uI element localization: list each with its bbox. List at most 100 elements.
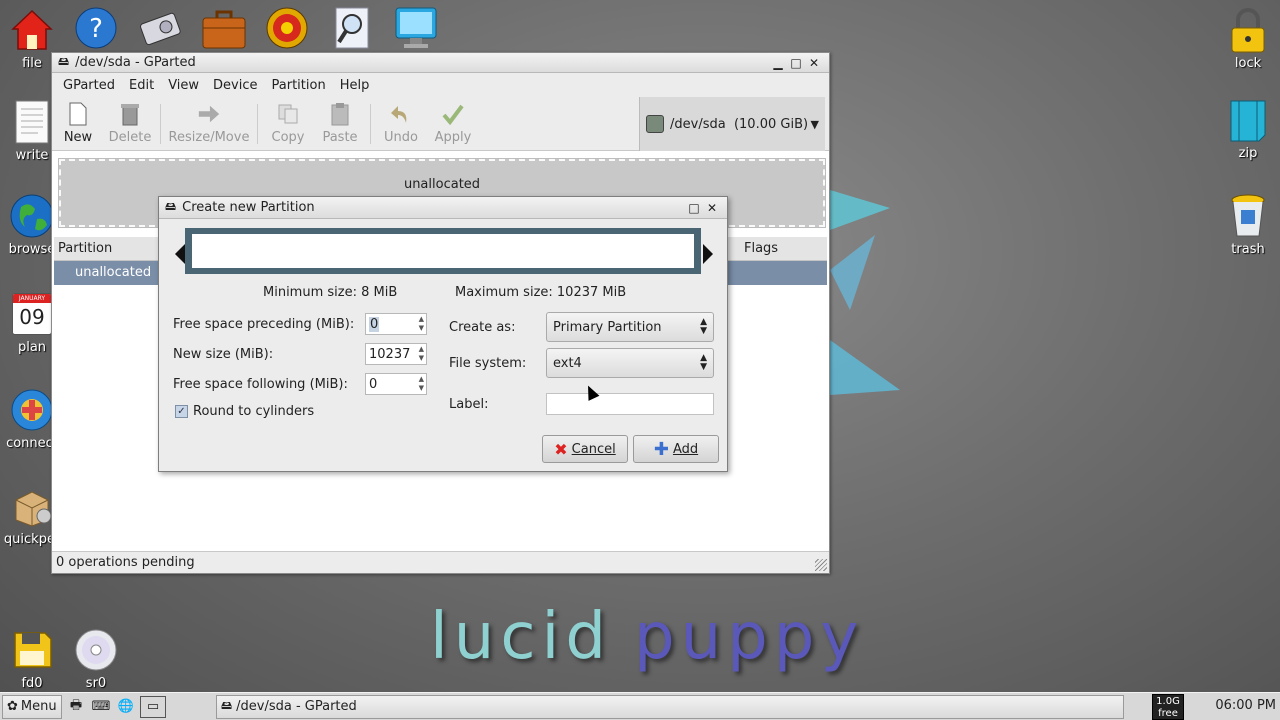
menu-edit[interactable]: Edit: [122, 78, 161, 93]
updown-arrows-icon: ▲ ▼: [700, 317, 707, 336]
menu-device[interactable]: Device: [206, 78, 264, 93]
updown-arrows-icon: ▲ ▼: [700, 353, 707, 372]
status-bar: 0 operations pending: [52, 551, 829, 573]
maximize-button[interactable]: □: [787, 56, 805, 70]
puppy-paw-icon: ✿: [7, 699, 18, 714]
create-as-select[interactable]: Primary Partition ▲ ▼: [546, 312, 714, 342]
package-icon: [8, 482, 56, 530]
media-launcher[interactable]: [265, 6, 309, 54]
toolbar-separator: [160, 103, 161, 144]
dropdown-arrow-icon: ▼: [810, 117, 819, 131]
close-button[interactable]: ✕: [805, 56, 823, 70]
menu-view[interactable]: View: [161, 78, 206, 93]
desktop-icon-zip[interactable]: zip: [1216, 96, 1280, 161]
desktop-icon-lock[interactable]: lock: [1216, 6, 1280, 71]
search-icon: [330, 6, 374, 54]
quicklaunch-printer-icon[interactable]: 🖶: [65, 696, 87, 718]
window-titlebar[interactable]: 🖴 /dev/sda - GParted ▁ □ ✕: [52, 53, 829, 73]
new-button[interactable]: New: [52, 102, 104, 145]
toolbar-separator: [257, 103, 258, 144]
maximum-size-text: Maximum size: 10237 MiB: [455, 285, 627, 300]
briefcase-launcher[interactable]: [200, 6, 248, 54]
help-launcher[interactable]: ?: [74, 6, 118, 54]
menu-gparted[interactable]: GParted: [56, 78, 122, 93]
resize-left-arrow-icon[interactable]: [175, 244, 185, 264]
start-menu-button[interactable]: ✿ Menu: [2, 694, 62, 719]
new-size-spinner[interactable]: 10237 ▲ ▼: [365, 343, 427, 365]
quicklaunch-keyboard-icon[interactable]: ⌨: [90, 696, 112, 718]
cancel-x-icon: ✖: [554, 439, 568, 459]
floppy-icon: [8, 626, 56, 674]
resize-move-button[interactable]: Resize/Move: [165, 102, 253, 145]
document-icon: [8, 98, 56, 146]
cancel-button[interactable]: ✖ Cancel: [542, 435, 628, 463]
add-button[interactable]: ✚ Add: [633, 435, 719, 463]
spinner-arrows-icon[interactable]: ▲ ▼: [419, 345, 424, 363]
quicklaunch-desktop-icon[interactable]: ▭: [140, 695, 166, 718]
undo-button[interactable]: Undo: [375, 102, 427, 145]
toolbar-separator: [370, 103, 371, 144]
menu-help[interactable]: Help: [333, 78, 377, 93]
paste-button[interactable]: Paste: [314, 102, 366, 145]
drive-launcher[interactable]: [136, 6, 184, 54]
harddisk-small-icon: 🖴: [165, 200, 177, 213]
spinner-arrows-icon[interactable]: ▲ ▼: [419, 375, 424, 393]
minimum-size-text: Minimum size: 8 MiB: [263, 285, 398, 300]
wallpaper-brand: lucid puppy: [430, 600, 865, 674]
create-as-label: Create as:: [449, 320, 516, 335]
connect-icon: [8, 386, 56, 434]
toolbar: New Delete Resize/Move Copy Paste Undo A…: [52, 97, 829, 151]
cd-icon: [72, 626, 120, 674]
new-document-icon: [66, 102, 90, 126]
menu-partition[interactable]: Partition: [265, 78, 333, 93]
copy-button[interactable]: Copy: [262, 102, 314, 145]
checkmark-icon: [441, 102, 465, 126]
menubar: GParted Edit View Device Partition Help: [52, 73, 829, 97]
clipboard-icon: [328, 102, 352, 126]
copy-icon: [276, 102, 300, 126]
device-selector[interactable]: /dev/sda (10.00 GiB) ▼: [639, 97, 825, 151]
new-size-label: New size (MiB):: [173, 347, 274, 362]
free-preceding-spinner[interactable]: 0 ▲ ▼: [365, 313, 427, 335]
column-flags[interactable]: Flags: [744, 241, 778, 256]
column-partition[interactable]: Partition: [58, 241, 112, 256]
desktop-icon-fd0[interactable]: fd0: [0, 626, 64, 691]
partition-size-bar[interactable]: [185, 228, 701, 274]
partition-label-input[interactable]: [546, 393, 714, 415]
svg-text:?: ?: [89, 14, 103, 44]
harddisk-small-icon: 🖴: [221, 699, 233, 712]
trash-icon: [1224, 192, 1272, 240]
harddisk-device-icon: [646, 115, 664, 133]
delete-button[interactable]: Delete: [104, 102, 156, 145]
speaker-icon: [265, 6, 309, 54]
close-button[interactable]: ✕: [703, 201, 721, 215]
add-plus-icon: ✚: [653, 438, 669, 460]
monitor-icon: [394, 6, 438, 54]
harddisk-small-icon: 🖴: [58, 55, 70, 68]
desktop-icon-trash[interactable]: trash: [1216, 192, 1280, 257]
minimize-button[interactable]: ▁: [769, 56, 787, 70]
resize-grip[interactable]: [815, 559, 827, 571]
wallpaper-shard: [830, 180, 920, 434]
undo-icon: [389, 102, 413, 126]
file-system-select[interactable]: ext4 ▲ ▼: [546, 348, 714, 378]
maximize-button[interactable]: □: [685, 201, 703, 215]
clock[interactable]: 06:00 PM: [1215, 698, 1276, 713]
desktop-icon-sr0[interactable]: sr0: [64, 626, 128, 691]
free-following-spinner[interactable]: 0 ▲ ▼: [365, 373, 427, 395]
apply-button[interactable]: Apply: [427, 102, 479, 145]
padlock-icon: [1224, 6, 1272, 54]
round-to-cylinders-checkbox[interactable]: ✓: [175, 405, 188, 418]
quicklaunch-globe-icon[interactable]: 🌐: [115, 696, 137, 718]
dialog-titlebar[interactable]: 🖴 Create new Partition □ ✕: [159, 197, 727, 219]
briefcase-icon: [200, 6, 248, 54]
partition-label-label: Label:: [449, 397, 489, 412]
help-icon: ?: [74, 6, 118, 54]
spinner-arrows-icon[interactable]: ▲ ▼: [419, 315, 424, 333]
trash-can-icon: [118, 102, 142, 126]
resize-right-arrow-icon[interactable]: [703, 244, 713, 264]
monitor-launcher[interactable]: [394, 6, 438, 54]
taskbar-window-button[interactable]: 🖴 /dev/sda - GParted: [216, 694, 1124, 719]
search-launcher[interactable]: [330, 6, 374, 54]
home-icon: [8, 6, 56, 54]
